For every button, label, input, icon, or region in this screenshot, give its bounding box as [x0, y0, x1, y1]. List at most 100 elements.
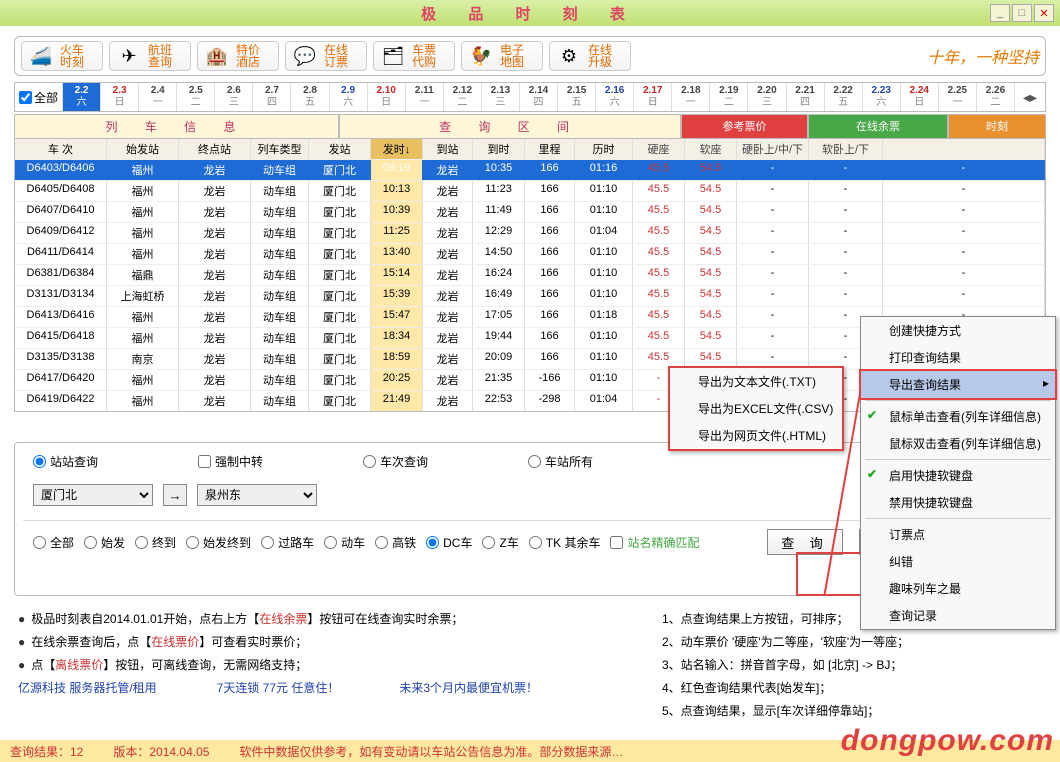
menu-item[interactable]: 纠错: [861, 548, 1055, 575]
date-cell[interactable]: 2.5二: [177, 83, 215, 111]
annotation-box: [796, 552, 868, 596]
date-cell[interactable]: 2.6三: [215, 83, 253, 111]
table-row[interactable]: D6411/D6414福州龙岩动车组厦门北13:40龙岩14:5016601:1…: [15, 243, 1045, 264]
date-nav[interactable]: ◂▸: [1015, 83, 1045, 111]
menu-item[interactable]: 导出为EXCEL文件(.CSV): [670, 395, 842, 422]
toolbar-button[interactable]: 💬在线订票: [285, 41, 367, 71]
date-cell[interactable]: 2.4一: [139, 83, 177, 111]
group-price[interactable]: 参考票价: [681, 114, 808, 138]
date-cell[interactable]: 2.9六: [330, 83, 368, 111]
date-cell[interactable]: 2.14四: [520, 83, 558, 111]
radio-station-query[interactable]: 站站查询: [33, 453, 98, 470]
date-cell[interactable]: 2.22五: [825, 83, 863, 111]
date-cell[interactable]: 2.21四: [787, 83, 825, 111]
tip-link[interactable]: 亿源科技 服务器托管/租用: [18, 679, 157, 696]
date-cell[interactable]: 2.17日: [634, 83, 672, 111]
tip-link[interactable]: 未来3个月内最便宜机票！: [399, 679, 538, 696]
table-row[interactable]: D6407/D6410福州龙岩动车组厦门北10:39龙岩11:4916601:1…: [15, 201, 1045, 222]
status-count: 查询结果：12: [10, 743, 83, 760]
table-row[interactable]: D6405/D6408福州龙岩动车组厦门北10:13龙岩11:2316601:1…: [15, 180, 1045, 201]
watermark: dongpow.com: [841, 724, 1054, 758]
group-train-info: 列 车 信 息: [14, 114, 339, 138]
filter-radio[interactable]: 高铁: [375, 534, 416, 551]
date-selector: 全部2.2六2.3日2.4一2.5二2.6三2.7四2.8五2.9六2.10日2…: [14, 82, 1046, 112]
toolbar-button[interactable]: 🚄火车时刻: [21, 41, 103, 71]
date-cell[interactable]: 2.7四: [253, 83, 291, 111]
slogan: 十年，一种坚持: [927, 44, 1039, 68]
menu-item[interactable]: 查询记录: [861, 602, 1055, 629]
check-force-transfer[interactable]: 强制中转: [198, 453, 263, 470]
group-query-section: 查 询 区 间: [339, 114, 681, 138]
menu-item[interactable]: 导出为网页文件(.HTML): [670, 422, 842, 449]
menu-item[interactable]: 禁用快捷软键盘: [861, 489, 1055, 516]
menu-item[interactable]: 趣味列车之最: [861, 575, 1055, 602]
status-note: 软件中数据仅供参考，如有变动请以车站公告信息为准。部分数据来源…: [239, 743, 623, 760]
close-button[interactable]: ✕: [1034, 4, 1054, 22]
date-all[interactable]: 全部: [15, 83, 63, 111]
toolbar-icon: 🗂: [380, 45, 406, 67]
date-cell[interactable]: 2.15五: [558, 83, 596, 111]
date-cell[interactable]: 2.16六: [596, 83, 634, 111]
date-cell[interactable]: 2.20三: [748, 83, 786, 111]
menu-item[interactable]: 启用快捷软键盘: [861, 462, 1055, 489]
menu-item[interactable]: 创建快捷方式: [861, 317, 1055, 344]
filter-radio[interactable]: 过路车: [261, 534, 314, 551]
date-cell[interactable]: 2.24日: [901, 83, 939, 111]
date-cell[interactable]: 2.11一: [406, 83, 444, 111]
toolbar-button[interactable]: ✈航班查询: [109, 41, 191, 71]
menu-item[interactable]: 鼠标双击查看(列车详细信息): [861, 430, 1055, 457]
radio-train-query[interactable]: 车次查询: [363, 453, 428, 470]
grid-header[interactable]: 车 次始发站终点站列车类型发站发时↓到站到时里程历时硬座软座硬卧上/中/下软卧上…: [15, 139, 1045, 159]
swap-button[interactable]: →: [163, 484, 187, 506]
export-submenu: 导出为文本文件(.TXT)导出为EXCEL文件(.CSV)导出为网页文件(.HT…: [668, 366, 844, 451]
date-cell[interactable]: 2.26二: [977, 83, 1015, 111]
date-cell[interactable]: 2.10日: [368, 83, 406, 111]
filter-radio[interactable]: Z车: [482, 534, 518, 551]
menu-item[interactable]: 打印查询结果: [861, 344, 1055, 371]
toolbar-button[interactable]: 🏨特价酒店: [197, 41, 279, 71]
date-cell[interactable]: 2.19二: [710, 83, 748, 111]
date-cell[interactable]: 2.25一: [939, 83, 977, 111]
date-cell[interactable]: 2.3日: [101, 83, 139, 111]
date-cell[interactable]: 2.8五: [291, 83, 329, 111]
table-row[interactable]: D6381/D6384福鼎龙岩动车组厦门北15:14龙岩16:2416601:1…: [15, 264, 1045, 285]
group-tickets[interactable]: 在线余票: [808, 114, 948, 138]
menu-item[interactable]: 订票点: [861, 521, 1055, 548]
maximize-button[interactable]: □: [1012, 4, 1032, 22]
tip-link[interactable]: 7天连锁 77元 任意住！: [217, 679, 340, 696]
date-cell[interactable]: 2.18一: [672, 83, 710, 111]
table-row[interactable]: D6409/D6412福州龙岩动车组厦门北11:25龙岩12:2916601:0…: [15, 222, 1045, 243]
group-schedule[interactable]: 时刻: [948, 114, 1046, 138]
context-menu: 创建快捷方式打印查询结果导出查询结果鼠标单击查看(列车详细信息)鼠标双击查看(列…: [860, 316, 1056, 630]
radio-station-all[interactable]: 车站所有: [528, 453, 593, 470]
toolbar-button[interactable]: ⚙在线升级: [549, 41, 631, 71]
filter-radio[interactable]: 终到: [135, 534, 176, 551]
filter-radio[interactable]: 始发终到: [186, 534, 251, 551]
from-station-select[interactable]: 厦门北: [33, 484, 153, 506]
filter-radio[interactable]: DC车: [426, 534, 472, 551]
menu-item[interactable]: 鼠标单击查看(列车详细信息): [861, 403, 1055, 430]
toolbar-icon: 💬: [292, 45, 318, 67]
status-version: 版本：2014.04.05: [113, 743, 209, 760]
filter-radio[interactable]: TK 其余车: [529, 534, 601, 551]
toolbar-icon: 🐓: [468, 45, 494, 67]
date-cell[interactable]: 2.13三: [482, 83, 520, 111]
date-cell[interactable]: 2.2六: [63, 83, 101, 111]
exact-match-check[interactable]: 站名精确匹配: [610, 534, 699, 551]
date-cell[interactable]: 2.12二: [444, 83, 482, 111]
filter-radio[interactable]: 动车: [324, 534, 365, 551]
date-cell[interactable]: 2.23六: [863, 83, 901, 111]
toolbar-button[interactable]: 🐓电子地图: [461, 41, 543, 71]
toolbar-icon: ⚙: [556, 45, 582, 67]
main-toolbar: 🚄火车时刻✈航班查询🏨特价酒店💬在线订票🗂车票代购🐓电子地图⚙在线升级 十年，一种…: [14, 36, 1046, 76]
toolbar-button[interactable]: 🗂车票代购: [373, 41, 455, 71]
title-bar: 极 品 时 刻 表 _ □ ✕: [0, 0, 1060, 26]
menu-item[interactable]: 导出为文本文件(.TXT): [670, 368, 842, 395]
filter-radio[interactable]: 始发: [84, 534, 125, 551]
table-row[interactable]: D3131/D3134上海虹桥龙岩动车组厦门北15:39龙岩16:4916601…: [15, 285, 1045, 306]
minimize-button[interactable]: _: [990, 4, 1010, 22]
table-row[interactable]: D6403/D6406福州龙岩动车组厦门北09:19龙岩10:3516601:1…: [15, 159, 1045, 180]
filter-radio[interactable]: 全部: [33, 534, 74, 551]
menu-item[interactable]: 导出查询结果: [859, 369, 1057, 400]
to-station-select[interactable]: 泉州东: [197, 484, 317, 506]
